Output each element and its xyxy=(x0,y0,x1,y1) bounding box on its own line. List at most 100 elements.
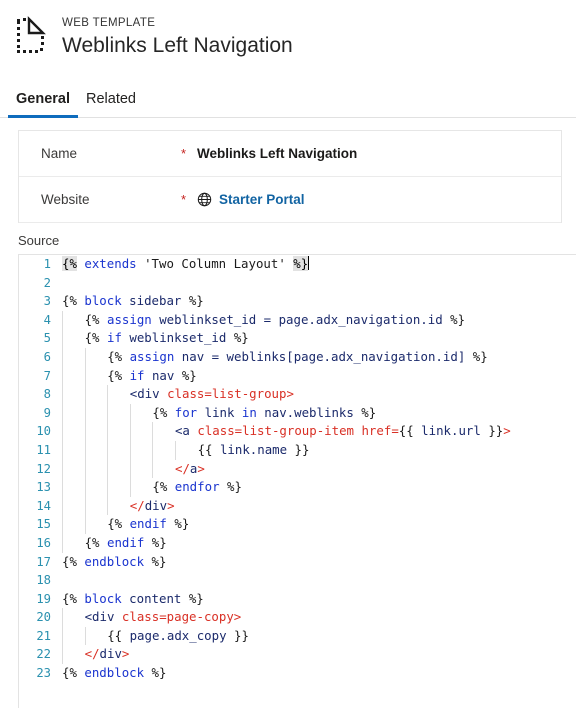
code-line[interactable]: 14 </div> xyxy=(19,496,576,516)
code-line[interactable]: 10 <a class=list-group-item href={{ link.… xyxy=(19,422,576,441)
code-line-text[interactable]: {{ page.adx_copy }} xyxy=(59,626,249,646)
code-line[interactable]: 7 {% if nav %} xyxy=(19,366,576,386)
code-token: {% xyxy=(107,348,130,364)
code-line-text[interactable]: {% endblock %} xyxy=(59,664,166,683)
code-token: %} xyxy=(450,311,466,327)
line-number: 21 xyxy=(36,628,51,643)
name-field-label: Name xyxy=(41,146,78,161)
code-token: {{ xyxy=(107,627,130,643)
code-line-text[interactable]: </div> xyxy=(59,496,175,516)
code-line-text[interactable]: </div> xyxy=(59,645,129,665)
form-row-website: Website * Starter Portal xyxy=(19,177,561,223)
line-number: 13 xyxy=(36,480,51,495)
code-line[interactable]: 21 {{ page.adx_copy }} xyxy=(19,626,576,646)
code-line[interactable]: 2 xyxy=(19,274,576,293)
code-line-text[interactable]: {% for link in nav.weblinks %} xyxy=(59,403,376,423)
website-lookup-value[interactable]: Starter Portal xyxy=(197,192,305,207)
indent-guide xyxy=(84,422,108,441)
tab-related[interactable]: Related xyxy=(78,90,144,117)
line-number: 10 xyxy=(36,424,51,439)
general-form-card: Name * Weblinks Left Navigation Website … xyxy=(18,130,562,223)
code-line[interactable]: 13 {% endfor %} xyxy=(19,478,576,497)
code-token: assign xyxy=(106,311,152,327)
code-line-text[interactable] xyxy=(59,274,62,293)
indent-guide xyxy=(107,459,130,479)
form-row-name: Name * Weblinks Left Navigation xyxy=(19,131,561,177)
code-token: page.adx_copy xyxy=(129,627,227,643)
code-line-text[interactable]: {% block content %} xyxy=(59,590,204,609)
line-number: 9 xyxy=(43,405,51,420)
code-line[interactable]: 4 {% assign weblinkset_id = page.adx_navi… xyxy=(19,310,576,330)
line-number: 18 xyxy=(36,573,51,588)
code-token: nav xyxy=(144,367,182,383)
line-number: 20 xyxy=(36,610,51,625)
code-token: weblinkset_id = page.adx_navigation.id xyxy=(151,311,451,327)
code-line[interactable]: 1 {% extends 'Two Column Layout' %} xyxy=(19,255,576,274)
code-token: < xyxy=(84,646,93,662)
code-token: block xyxy=(84,590,122,606)
source-field-label: Source xyxy=(18,233,60,248)
code-line[interactable]: 22 </div> xyxy=(19,645,576,665)
code-line-text[interactable]: </a> xyxy=(59,459,205,479)
indent-guide xyxy=(152,459,175,479)
source-code-editor[interactable]: 1 {% extends 'Two Column Layout' %} 2 3 {% b… xyxy=(18,254,576,708)
code-line[interactable]: 3 {% block sidebar %} xyxy=(19,292,576,311)
code-token: {% xyxy=(84,330,107,346)
code-line-text[interactable]: {% endif %} xyxy=(59,533,167,553)
code-line[interactable]: 15 {% endif %} xyxy=(19,515,576,534)
code-line[interactable]: 23 {% endblock %} xyxy=(19,664,576,683)
indent-guide xyxy=(62,645,85,665)
code-line[interactable]: 12 </a> xyxy=(19,459,576,479)
code-line-text[interactable]: <div class=page-copy> xyxy=(59,608,241,627)
code-line[interactable]: 16 {% endif %} xyxy=(19,533,576,553)
code-line[interactable]: 9 {% for link in nav.weblinks %} xyxy=(19,403,576,423)
indent-guide xyxy=(62,533,85,553)
code-line[interactable]: 17 {% endblock %} xyxy=(19,553,576,572)
code-body[interactable]: 1 {% extends 'Two Column Layout' %} 2 3 {% b… xyxy=(19,255,576,683)
code-line[interactable]: 5 {% if weblinkset_id %} xyxy=(19,329,576,348)
code-line-text[interactable]: {% block sidebar %} xyxy=(59,292,204,311)
code-line-text[interactable]: {% endblock %} xyxy=(59,553,166,572)
code-token: {% xyxy=(107,516,130,532)
tab-general[interactable]: General xyxy=(8,90,78,118)
code-token: {{ xyxy=(197,441,220,457)
code-token: > xyxy=(167,497,175,513)
code-line-text[interactable]: {{ link.name }} xyxy=(59,440,309,460)
indent-guide xyxy=(107,478,130,497)
line-number: 19 xyxy=(36,591,51,606)
code-line-text[interactable]: {% extends 'Two Column Layout' %} xyxy=(59,255,310,274)
indent-guide xyxy=(84,403,108,423)
code-line-text[interactable]: {% assign weblinkset_id = page.adx_navig… xyxy=(59,310,466,330)
code-line[interactable]: 20 <div class=page-copy> xyxy=(19,608,576,627)
code-line-text[interactable]: {% if nav %} xyxy=(59,366,197,386)
code-token: endif xyxy=(129,516,167,532)
code-line-text[interactable] xyxy=(59,571,62,590)
code-token: / xyxy=(92,646,100,662)
code-line[interactable]: 11 {{ link.name }} xyxy=(19,440,576,460)
indent-guide xyxy=(84,515,108,534)
website-lookup-label: Starter Portal xyxy=(219,192,305,207)
code-line-text[interactable]: <div class=list-group> xyxy=(59,385,294,404)
code-line[interactable]: 6 {% assign nav = weblinks[page.adx_navig… xyxy=(19,347,576,367)
indent-guide xyxy=(174,440,198,460)
code-line[interactable]: 19 {% block content %} xyxy=(19,590,576,609)
code-token: {% xyxy=(62,665,85,681)
name-field-value[interactable]: Weblinks Left Navigation xyxy=(197,146,357,161)
code-line[interactable]: 8 <div class=list-group> xyxy=(19,385,576,404)
code-token: {% xyxy=(62,256,77,271)
line-number: 23 xyxy=(36,666,51,681)
indent-guide xyxy=(62,403,85,423)
code-line-text[interactable]: {% assign nav = weblinks[page.adx_naviga… xyxy=(59,347,488,367)
code-token: %} xyxy=(472,348,488,364)
indent-guide xyxy=(107,385,130,404)
code-line-text[interactable]: {% if weblinkset_id %} xyxy=(59,329,249,348)
code-line-text[interactable]: <a class=list-group-item href={{ link.ur… xyxy=(59,422,511,441)
code-line-text[interactable]: {% endif %} xyxy=(59,515,189,534)
code-line[interactable]: 18 xyxy=(19,571,576,590)
header-text: WEB TEMPLATE Weblinks Left Navigation xyxy=(62,12,293,59)
code-line-text[interactable]: {% endfor %} xyxy=(59,478,242,497)
line-number: 22 xyxy=(36,647,51,662)
